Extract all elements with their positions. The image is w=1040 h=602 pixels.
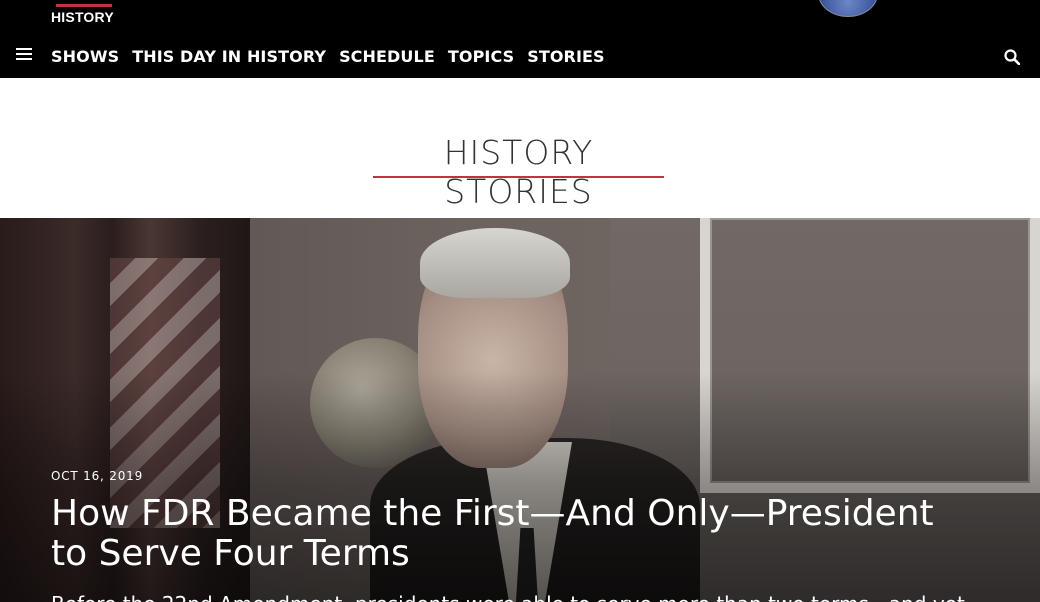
- page-title: HISTORY STORIES: [443, 133, 594, 211]
- story-date: OCT 16, 2019: [51, 469, 144, 483]
- history-logo[interactable]: HISTORY: [50, 0, 120, 28]
- title-underline: [373, 176, 664, 178]
- history-logo-crest-icon: [56, 4, 112, 7]
- nav-item-stories[interactable]: STORIES: [527, 47, 604, 66]
- story-headline[interactable]: How FDR Became the First—And Only—Presid…: [51, 494, 981, 574]
- hero-story-card[interactable]: OCT 16, 2019 How FDR Became the First—An…: [0, 218, 1040, 602]
- nav-item-shows[interactable]: SHOWS: [51, 47, 119, 66]
- promo-badge[interactable]: [818, 0, 878, 17]
- logo-wordmark: HISTORY: [51, 9, 114, 25]
- search-icon[interactable]: [1004, 49, 1022, 67]
- nav-item-schedule[interactable]: SCHEDULE: [339, 47, 435, 66]
- site-header: HISTORY SHOWS THIS DAY IN HISTORY SCHEDU…: [0, 0, 1040, 78]
- nav-item-topics[interactable]: TOPICS: [448, 47, 514, 66]
- nav-item-this-day-in-history[interactable]: THIS DAY IN HISTORY: [132, 47, 326, 66]
- hamburger-menu-icon[interactable]: [16, 48, 32, 62]
- main-nav: SHOWS THIS DAY IN HISTORY SCHEDULE TOPIC…: [51, 47, 605, 66]
- story-teaser: Before the 22nd Amendment, presidents we…: [51, 592, 971, 602]
